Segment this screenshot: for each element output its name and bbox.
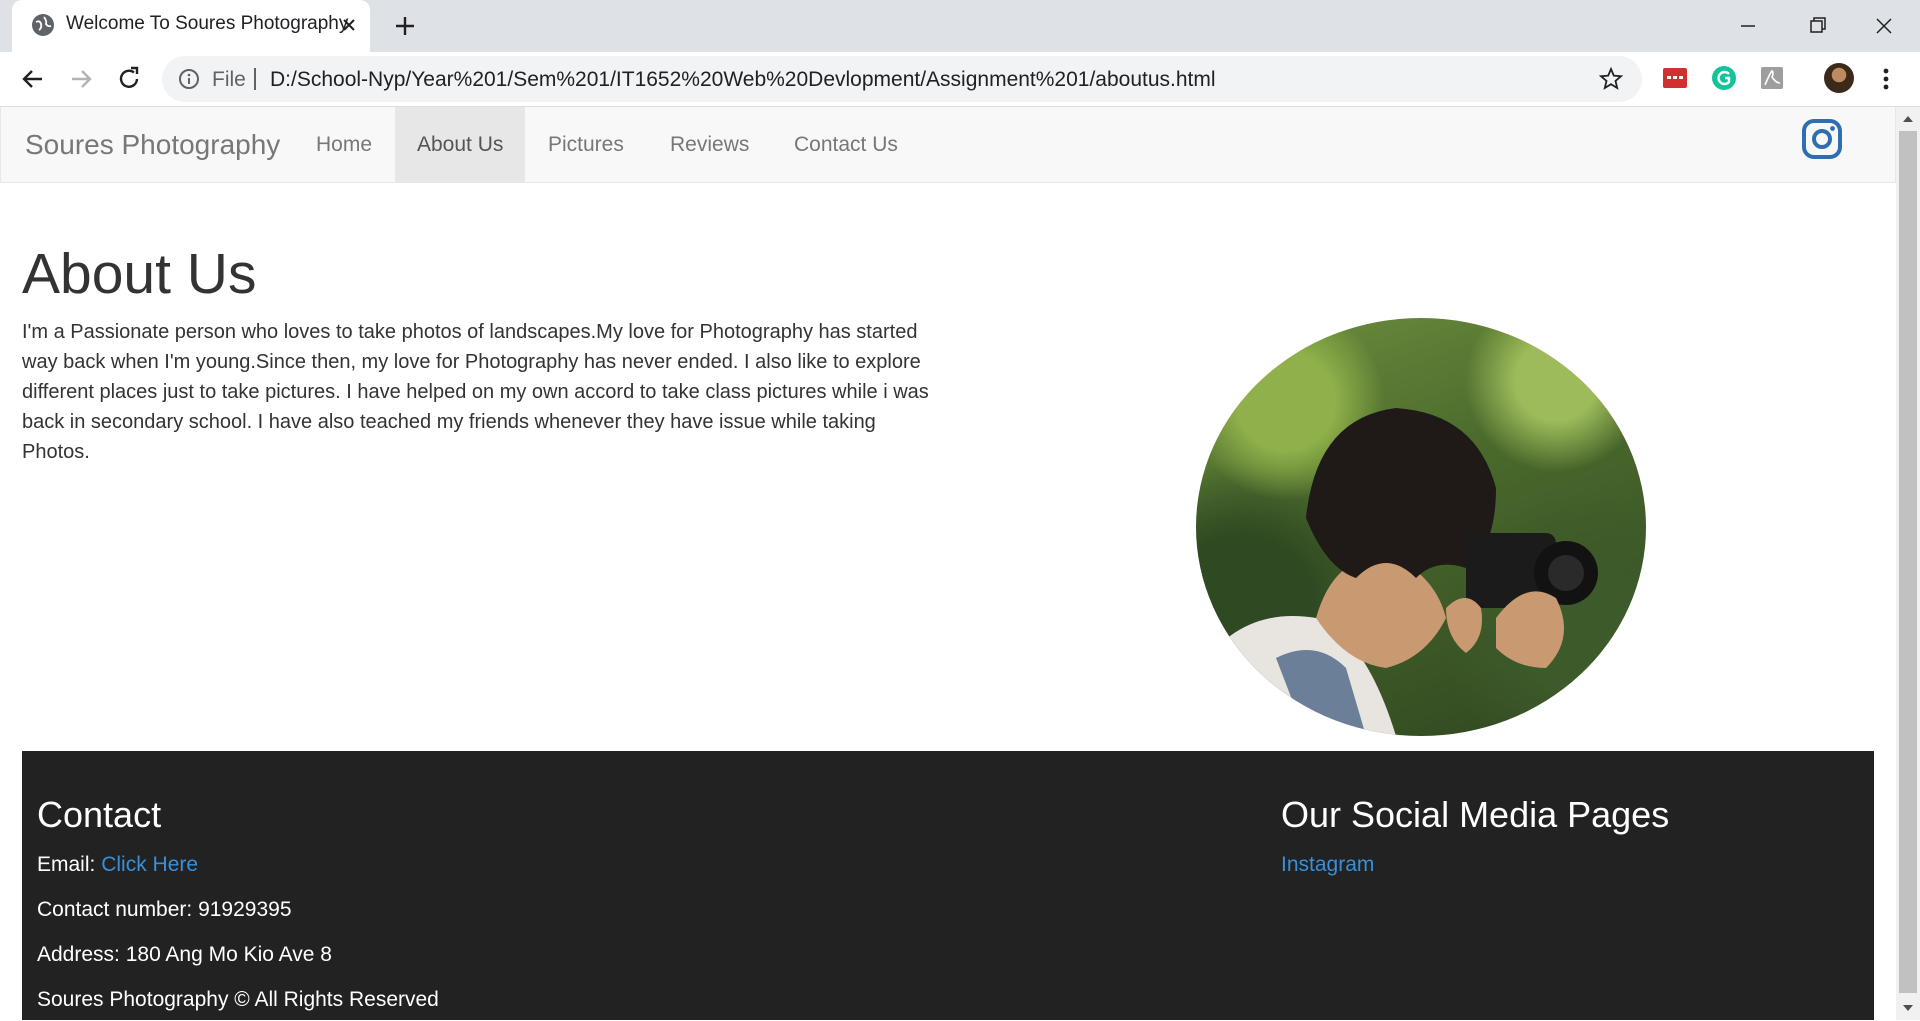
nav-link-home[interactable]: Home bbox=[294, 107, 394, 182]
photographer-portrait bbox=[1196, 318, 1646, 736]
page-viewport: Soures Photography Home About Us Picture… bbox=[0, 107, 1896, 1020]
scroll-down-arrow-icon[interactable] bbox=[1900, 1000, 1916, 1016]
footer-contact-number: Contact number: 91929395 bbox=[37, 898, 292, 921]
footer-social-line: Instagram bbox=[1281, 853, 1374, 877]
footer-contact-heading: Contact bbox=[37, 794, 162, 835]
scrollbar-thumb[interactable] bbox=[1899, 131, 1917, 993]
bookmark-star-icon[interactable] bbox=[1598, 66, 1624, 92]
tab-title: Welcome To Soures Photography bbox=[66, 13, 349, 34]
pdf-extension-icon[interactable] bbox=[1759, 65, 1785, 91]
scheme-label: File bbox=[212, 68, 246, 91]
instagram-icon[interactable] bbox=[1801, 118, 1843, 160]
restore-icon[interactable] bbox=[1795, 10, 1839, 42]
info-icon[interactable] bbox=[178, 68, 200, 90]
navbar-brand[interactable]: Soures Photography bbox=[25, 129, 280, 161]
footer-email-line: Email: Click Here bbox=[37, 853, 198, 877]
instagram-link[interactable]: Instagram bbox=[1281, 853, 1374, 876]
profile-avatar[interactable] bbox=[1824, 63, 1854, 93]
email-label: Email: bbox=[37, 853, 96, 876]
site-footer: Contact Email: Click Here Contact number… bbox=[22, 751, 1874, 1020]
page-title: About Us bbox=[22, 242, 257, 306]
about-description: I'm a Passionate person who loves to tak… bbox=[22, 321, 929, 463]
close-window-icon[interactable] bbox=[1862, 10, 1906, 42]
footer-address: Address: 180 Ang Mo Kio Ave 8 bbox=[37, 943, 332, 966]
omnibox-divider bbox=[254, 68, 256, 90]
globe-icon bbox=[32, 14, 54, 36]
new-tab-icon[interactable] bbox=[391, 12, 419, 40]
browser-tabstrip: Welcome To Soures Photography bbox=[0, 0, 1920, 52]
site-navbar: Soures Photography Home About Us Picture… bbox=[0, 107, 1896, 183]
minimize-icon[interactable] bbox=[1726, 10, 1770, 42]
reload-icon[interactable] bbox=[114, 64, 144, 94]
email-link[interactable]: Click Here bbox=[101, 853, 198, 876]
url-text[interactable]: D:/School-Nyp/Year%201/Sem%201/IT1652%20… bbox=[270, 68, 1216, 92]
scroll-up-arrow-icon[interactable] bbox=[1900, 111, 1916, 127]
nav-link-pictures[interactable]: Pictures bbox=[526, 107, 646, 182]
nav-link-reviews[interactable]: Reviews bbox=[648, 107, 771, 182]
address-bar[interactable]: File D:/School-Nyp/Year%201/Sem%201/IT16… bbox=[162, 56, 1642, 102]
browser-menu-icon[interactable] bbox=[1874, 64, 1898, 94]
extension-red-icon[interactable] bbox=[1662, 65, 1688, 91]
browser-toolbar: File D:/School-Nyp/Year%201/Sem%201/IT16… bbox=[0, 52, 1920, 107]
footer-social-heading: Our Social Media Pages bbox=[1281, 794, 1670, 835]
close-tab-icon[interactable] bbox=[336, 12, 362, 38]
page-scrollbar[interactable] bbox=[1896, 107, 1920, 1020]
forward-icon[interactable] bbox=[66, 64, 96, 94]
nav-link-about-us[interactable]: About Us bbox=[395, 107, 526, 182]
nav-link-contact-us[interactable]: Contact Us bbox=[772, 107, 920, 182]
footer-copyright: Soures Photography © All Rights Reserved bbox=[37, 988, 439, 1011]
back-icon[interactable] bbox=[18, 64, 48, 94]
browser-tab[interactable]: Welcome To Soures Photography bbox=[12, 0, 370, 52]
grammarly-icon[interactable] bbox=[1711, 65, 1737, 91]
